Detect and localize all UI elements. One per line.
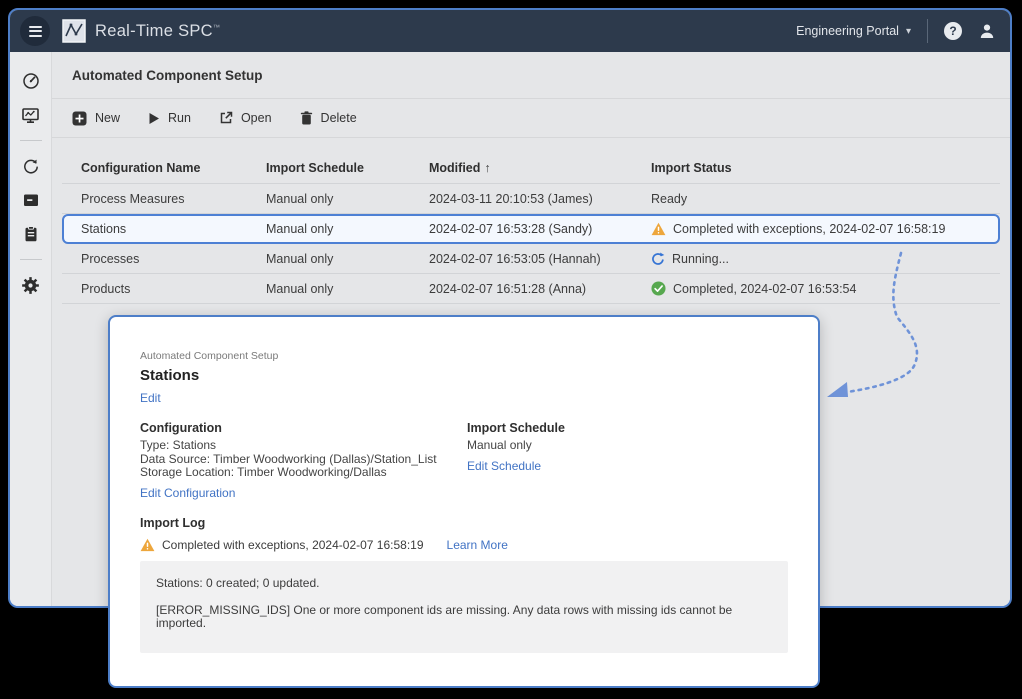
page-title: Automated Component Setup (72, 68, 263, 83)
open-button[interactable]: Open (209, 106, 282, 130)
open-button-label: Open (241, 111, 272, 125)
import-log-heading: Import Log (140, 516, 788, 531)
cell-modified: 2024-03-11 20:10:53 (James) (429, 192, 651, 206)
import-log-status: Completed with exceptions, 2024-02-07 16… (140, 537, 788, 553)
status-text: Running... (672, 252, 729, 266)
running-refresh-icon (651, 252, 665, 266)
import-schedule-value: Manual only (467, 439, 565, 453)
sidebar-divider (20, 259, 42, 260)
title-bar: Real-Time SPC™ Engineering Portal ▾ ? (10, 10, 1010, 52)
completed-check-icon (651, 281, 666, 296)
configuration-data-source: Data Source: Timber Woodworking (Dallas)… (140, 453, 467, 467)
run-button-label: Run (168, 111, 191, 125)
sidebar-item-archive-box-icon[interactable] (18, 187, 44, 213)
new-button-label: New (95, 111, 120, 125)
cell-import-schedule: Manual only (266, 252, 429, 266)
log-line: Stations: 0 created; 0 updated. (156, 577, 772, 590)
open-external-icon (219, 111, 233, 125)
sidebar-nav (10, 52, 52, 606)
sidebar-item-settings-gear-icon[interactable] (18, 272, 44, 298)
log-line: [ERROR_MISSING_IDS] One or more componen… (156, 604, 772, 630)
status-text: Completed, 2024-02-07 16:53:54 (673, 282, 856, 296)
configuration-type: Type: Stations (140, 439, 467, 453)
cell-configuration-name: Stations (81, 222, 266, 236)
cell-import-schedule: Manual only (266, 222, 429, 236)
import-schedule-section: Import Schedule Manual only Edit Schedul… (467, 421, 565, 500)
col-header-import-status[interactable]: Import Status (651, 161, 1000, 175)
play-icon (148, 112, 160, 125)
col-header-modified[interactable]: Modified↑ (429, 161, 651, 175)
trash-icon (300, 111, 313, 125)
edit-link[interactable]: Edit (140, 391, 161, 405)
cell-modified: 2024-02-07 16:53:28 (Sandy) (429, 222, 651, 236)
sort-ascending-icon: ↑ (484, 161, 490, 175)
cell-configuration-name: Products (81, 282, 266, 296)
edit-configuration-link[interactable]: Edit Configuration (140, 486, 235, 500)
chevron-down-icon: ▾ (906, 26, 911, 37)
help-icon[interactable]: ? (944, 22, 962, 40)
hamburger-menu-icon[interactable] (20, 16, 50, 46)
toolbar: New Run Open (52, 99, 1010, 138)
titlebar-divider (927, 19, 928, 43)
import-log-output: Stations: 0 created; 0 updated. [ERROR_M… (140, 561, 788, 653)
warning-icon (651, 222, 666, 236)
cell-import-status: Completed, 2024-02-07 16:53:54 (651, 281, 1000, 296)
table-row-selected[interactable]: Stations Manual only 2024-02-07 16:53:28… (62, 214, 1000, 244)
new-button[interactable]: New (62, 106, 130, 131)
cell-import-schedule: Manual only (266, 282, 429, 296)
delete-button-label: Delete (321, 111, 357, 125)
detail-panel: Automated Component Setup Stations Edit … (108, 315, 820, 688)
page-title-bar: Automated Component Setup (52, 52, 1010, 99)
cell-modified: 2024-02-07 16:53:05 (Hannah) (429, 252, 651, 266)
cell-import-schedule: Manual only (266, 192, 429, 206)
trademark: ™ (213, 24, 220, 31)
cell-configuration-name: Processes (81, 252, 266, 266)
app-logo-chart-icon (62, 19, 86, 43)
cell-import-status: Running... (651, 252, 1000, 266)
status-text: Completed with exceptions, 2024-02-07 16… (673, 222, 945, 236)
user-profile-icon[interactable] (978, 22, 996, 40)
configuration-section: Configuration Type: Stations Data Source… (140, 421, 467, 500)
app-title: Real-Time SPC™ (95, 22, 220, 41)
table-row[interactable]: Processes Manual only 2024-02-07 16:53:0… (62, 244, 1000, 274)
edit-schedule-link[interactable]: Edit Schedule (467, 459, 541, 473)
cell-import-status: Completed with exceptions, 2024-02-07 16… (651, 222, 998, 236)
delete-button[interactable]: Delete (290, 106, 367, 130)
cell-modified: 2024-02-07 16:51:28 (Anna) (429, 282, 651, 296)
table-header-row: Configuration Name Import Schedule Modif… (62, 152, 1000, 184)
portal-dropdown-label: Engineering Portal (796, 24, 899, 38)
breadcrumb: Automated Component Setup (140, 350, 788, 362)
detail-title: Stations (140, 367, 788, 385)
configurations-table: Configuration Name Import Schedule Modif… (62, 152, 1000, 304)
cell-configuration-name: Process Measures (81, 192, 266, 206)
warning-icon (140, 538, 155, 552)
status-text: Ready (651, 192, 687, 206)
portal-dropdown[interactable]: Engineering Portal ▾ (796, 24, 911, 38)
plus-square-icon (72, 111, 87, 126)
table-row[interactable]: Process Measures Manual only 2024-03-11 … (62, 184, 1000, 214)
sidebar-item-sync-icon[interactable] (18, 153, 44, 179)
learn-more-link[interactable]: Learn More (447, 538, 508, 552)
sidebar-item-clipboard-icon[interactable] (18, 221, 44, 247)
import-log-status-text: Completed with exceptions, 2024-02-07 16… (162, 538, 424, 552)
sidebar-item-dashboard-gauge-icon[interactable] (18, 68, 44, 94)
table-row[interactable]: Products Manual only 2024-02-07 16:51:28… (62, 274, 1000, 304)
col-header-import-schedule[interactable]: Import Schedule (266, 161, 429, 175)
sidebar-item-monitor-chart-icon[interactable] (18, 102, 44, 128)
run-button[interactable]: Run (138, 106, 201, 130)
import-schedule-heading: Import Schedule (467, 421, 565, 436)
cell-import-status: Ready (651, 192, 1000, 206)
configuration-heading: Configuration (140, 421, 467, 436)
configuration-storage-location: Storage Location: Timber Woodworking/Dal… (140, 466, 467, 480)
sidebar-divider (20, 140, 42, 141)
col-header-configuration-name[interactable]: Configuration Name (81, 161, 266, 175)
